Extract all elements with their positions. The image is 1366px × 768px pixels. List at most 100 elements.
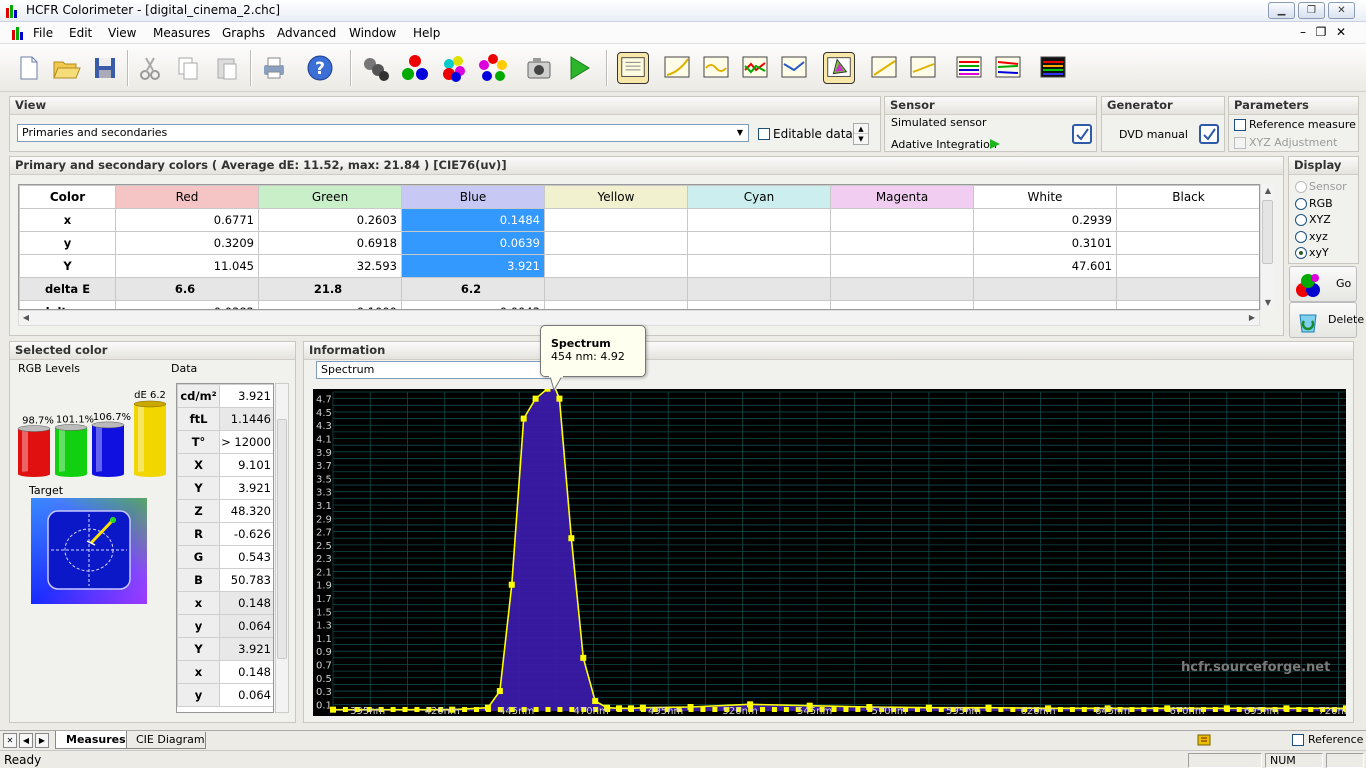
table-cell[interactable]: 0.3209: [115, 231, 259, 255]
xyz-adjustment-checkbox[interactable]: [1234, 137, 1246, 149]
spectrum-point[interactable]: [568, 535, 575, 542]
scroll-thumb[interactable]: [1262, 200, 1273, 264]
table-cell[interactable]: [1116, 208, 1259, 232]
table-cell[interactable]: [1116, 254, 1259, 278]
table-cell[interactable]: 0.0043: [401, 300, 545, 309]
table-vertical-scrollbar[interactable]: ▲ ▼: [1260, 184, 1274, 310]
table-cell[interactable]: [1116, 300, 1259, 309]
table-cell[interactable]: [830, 208, 974, 232]
mdi-close-icon[interactable]: ✕: [1334, 25, 1348, 39]
restore-button[interactable]: ❐: [1298, 2, 1325, 19]
open-folder-icon[interactable]: [50, 52, 82, 84]
view-mode-select[interactable]: Primaries and secondaries ▼: [17, 124, 749, 142]
table-cell[interactable]: [687, 231, 831, 255]
rgb-graph-icon[interactable]: [739, 52, 771, 84]
rgb-measure-icon[interactable]: [399, 52, 431, 84]
table-horizontal-scrollbar[interactable]: ◀ ▶: [18, 310, 1260, 326]
camera-icon[interactable]: [523, 52, 555, 84]
help-icon[interactable]: ?: [304, 52, 336, 84]
all-colors-measure-icon[interactable]: [477, 52, 509, 84]
spectrum-point[interactable]: [532, 395, 539, 402]
table-cell[interactable]: 21.8: [258, 277, 402, 301]
sensor-probe-icon[interactable]: [360, 52, 392, 84]
paste-icon[interactable]: [211, 52, 243, 84]
reference-measure-checkbox[interactable]: [1234, 119, 1246, 131]
table-cell[interactable]: 6.2: [401, 277, 545, 301]
integration-play-icon[interactable]: [989, 138, 1001, 150]
scroll-down-icon[interactable]: ▼: [1261, 296, 1275, 310]
table-cell[interactable]: [830, 300, 974, 309]
table-cell[interactable]: 0.1000: [258, 300, 402, 309]
table-cell[interactable]: [687, 208, 831, 232]
delete-button[interactable]: Delete: [1289, 302, 1364, 338]
table-cell[interactable]: 0.2939: [973, 208, 1117, 232]
spin-down-icon[interactable]: ▼: [854, 134, 868, 144]
menu-measures[interactable]: Measures: [153, 26, 210, 40]
display-radio-xyy[interactable]: [1295, 247, 1307, 259]
tab-prev-icon[interactable]: ◀: [19, 733, 33, 748]
generator-config-icon[interactable]: [1198, 123, 1220, 145]
information-mode-select[interactable]: Spectrum: [316, 361, 556, 379]
spectrum-point[interactable]: [556, 395, 563, 402]
play-icon[interactable]: [563, 52, 595, 84]
gamma-graph-icon[interactable]: [661, 52, 693, 84]
tab-measures[interactable]: Measures: [55, 731, 127, 749]
luminance-graph-icon[interactable]: [700, 52, 732, 84]
saturation-shift-graph-icon[interactable]: [992, 52, 1024, 84]
scroll-up-icon[interactable]: ▲: [1261, 184, 1275, 198]
scroll-left-icon[interactable]: ◀: [19, 311, 33, 325]
table-cell[interactable]: 0.0382: [115, 300, 259, 309]
table-cell[interactable]: [830, 254, 974, 278]
spectrum-point[interactable]: [496, 688, 503, 695]
menu-graphs[interactable]: Graphs: [222, 26, 265, 40]
table-cell[interactable]: [687, 254, 831, 278]
menu-view[interactable]: View: [108, 26, 136, 40]
table-cell[interactable]: [1116, 231, 1259, 255]
column-header-color[interactable]: Color: [19, 185, 116, 209]
table-cell[interactable]: [687, 300, 831, 309]
display-radio-rgb[interactable]: [1295, 197, 1307, 210]
table-cell[interactable]: [830, 231, 974, 255]
spectrum-point[interactable]: [520, 415, 527, 422]
spin-up-icon[interactable]: ▲: [854, 124, 868, 134]
table-cell[interactable]: [544, 254, 688, 278]
near-white-graph-icon[interactable]: [907, 52, 939, 84]
column-header-black[interactable]: Black: [1116, 185, 1259, 209]
table-cell[interactable]: [687, 277, 831, 301]
column-header-green[interactable]: Green: [258, 185, 402, 209]
table-cell[interactable]: 11.045: [115, 254, 259, 278]
menu-window[interactable]: Window: [349, 26, 396, 40]
spectrum-point[interactable]: [592, 698, 599, 705]
spectrum-graph-icon[interactable]: [1037, 52, 1069, 84]
column-header-red[interactable]: Red: [115, 185, 259, 209]
table-cell[interactable]: [830, 277, 974, 301]
table-cell[interactable]: 0.0639: [401, 231, 545, 255]
spectrum-point[interactable]: [580, 654, 587, 661]
menu-advanced[interactable]: Advanced: [277, 26, 336, 40]
new-file-icon[interactable]: [12, 52, 44, 84]
data-vertical-scrollbar[interactable]: [275, 383, 289, 713]
data-scroll-thumb[interactable]: [277, 419, 287, 659]
saturation-graph-icon[interactable]: [953, 52, 985, 84]
table-cell[interactable]: 6.6: [115, 277, 259, 301]
copy-icon[interactable]: [172, 52, 204, 84]
table-cell[interactable]: 0.3101: [973, 231, 1117, 255]
tab-next-icon[interactable]: ▶: [35, 733, 49, 748]
print-icon[interactable]: [258, 52, 290, 84]
near-black-graph-icon[interactable]: [868, 52, 900, 84]
secondary-measure-icon[interactable]: [438, 52, 470, 84]
display-radio-sensor[interactable]: [1295, 181, 1307, 193]
table-cell[interactable]: [544, 231, 688, 255]
table-cell[interactable]: 0.2603: [258, 208, 402, 232]
column-header-magenta[interactable]: Magenta: [830, 185, 974, 209]
tab-close-icon[interactable]: ✕: [3, 733, 17, 748]
scroll-right-icon[interactable]: ▶: [1245, 311, 1259, 325]
color-temp-graph-icon[interactable]: [778, 52, 810, 84]
column-header-blue[interactable]: Blue: [401, 185, 545, 209]
table-cell[interactable]: [973, 300, 1117, 309]
menu-edit[interactable]: Edit: [69, 26, 92, 40]
cie-diagram-icon[interactable]: [823, 52, 855, 84]
table-cell[interactable]: 3.921: [401, 254, 545, 278]
column-header-white[interactable]: White: [973, 185, 1117, 209]
go-button[interactable]: Go: [1289, 266, 1357, 302]
